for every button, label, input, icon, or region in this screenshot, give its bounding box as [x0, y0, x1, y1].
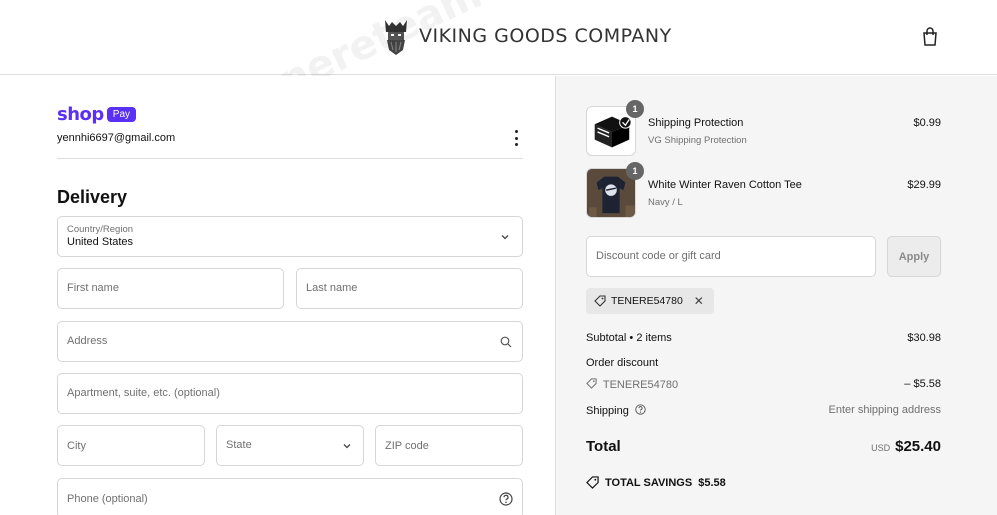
state-placeholder: State	[226, 439, 252, 451]
item-price: $29.99	[907, 179, 941, 191]
apply-discount-button[interactable]: Apply	[887, 236, 941, 277]
divider	[57, 158, 523, 159]
phone-placeholder: Phone (optional)	[67, 493, 148, 505]
country-label: Country/Region	[67, 224, 134, 235]
address-placeholder: Address	[67, 335, 108, 347]
zip-field[interactable]: ZIP code	[375, 425, 523, 466]
quantity-badge: 1	[626, 162, 644, 180]
remove-code-icon[interactable]: ✕	[694, 294, 704, 308]
state-select[interactable]: State	[216, 425, 364, 466]
item-name: Shipping Protection	[648, 117, 744, 129]
search-icon	[500, 336, 512, 348]
delivery-heading: Delivery	[57, 187, 128, 207]
apartment-field[interactable]: Apartment, suite, etc. (optional)	[57, 373, 523, 414]
first-name-placeholder: First name	[67, 282, 119, 294]
order-discount-row: Order discount	[586, 357, 941, 369]
total-amount: USD $25.40	[871, 438, 941, 455]
last-name-placeholder: Last name	[306, 282, 358, 294]
line-item: 1 Shipping Protection VG Shipping Protec…	[586, 100, 941, 156]
tag-icon	[594, 295, 606, 307]
item-name: White Winter Raven Cotton Tee	[648, 179, 802, 191]
shipping-label: Shipping	[586, 405, 629, 417]
order-discount-code: TENERE54780	[602, 379, 679, 391]
shop-pay-word: shop	[57, 104, 104, 125]
brand-name: VIKING GOODS COMPANY	[419, 25, 672, 47]
site-header: VIKING GOODS COMPANY	[0, 0, 997, 75]
order-summary-panel: 1 Shipping Protection VG Shipping Protec…	[555, 76, 997, 515]
city-placeholder: City	[67, 440, 86, 452]
total-label: Total	[586, 438, 621, 455]
first-name-field[interactable]: First name	[57, 268, 284, 309]
discount-placeholder: Discount code or gift card	[596, 250, 721, 262]
discount-code-input[interactable]: Discount code or gift card	[586, 236, 876, 277]
checkout-form-panel: shop Pay yennhi6697@gmail.com Delivery C…	[0, 76, 555, 515]
country-value: United States	[67, 236, 134, 248]
currency-code: USD	[871, 443, 891, 453]
shopping-bag-icon[interactable]	[921, 27, 939, 47]
help-circle-icon[interactable]	[499, 492, 513, 506]
shop-pay-logo[interactable]: shop Pay	[57, 104, 137, 125]
shipping-row: Shipping Enter shipping address	[586, 404, 941, 417]
savings-label: TOTAL SAVINGS	[605, 476, 693, 489]
viking-logo-icon	[385, 20, 407, 55]
applied-discount-chip: TENERE54780 ✕	[586, 288, 714, 314]
line-item: 1 White Winter Raven Cotton Tee Navy / L…	[586, 162, 941, 218]
order-discount-code-row: TENERE54780 – $5.58	[586, 378, 941, 391]
brand[interactable]: VIKING GOODS COMPANY	[381, 16, 672, 56]
help-circle-icon[interactable]	[635, 404, 646, 415]
address-field[interactable]: Address	[57, 321, 523, 362]
order-discount-label: Order discount	[586, 357, 659, 369]
product-thumbnail: 1	[586, 100, 644, 156]
last-name-field[interactable]: Last name	[296, 268, 523, 309]
savings-value: $5.58	[698, 476, 726, 489]
city-field[interactable]: City	[57, 425, 205, 466]
savings-tag-icon	[586, 476, 599, 489]
applied-code: TENERE54780	[611, 295, 683, 307]
country-select[interactable]: Country/Region United States	[57, 216, 523, 257]
chevron-down-icon	[501, 235, 509, 240]
subtotal-value: $30.98	[907, 332, 941, 344]
order-discount-value: – $5.58	[904, 378, 941, 390]
shop-pay-badge: Pay	[106, 107, 137, 122]
phone-field[interactable]: Phone (optional)	[57, 478, 523, 515]
subtotal-label: Subtotal • 2 items	[586, 332, 672, 344]
chevron-down-icon	[343, 444, 351, 449]
product-thumbnail: 1	[586, 162, 644, 218]
item-variant: Navy / L	[648, 197, 683, 208]
more-options-icon[interactable]	[510, 130, 522, 146]
item-price: $0.99	[913, 117, 941, 129]
subtotal-row: Subtotal • 2 items $30.98	[586, 332, 941, 344]
total-value: $25.40	[895, 438, 941, 455]
shipping-value: Enter shipping address	[828, 404, 941, 416]
apartment-placeholder: Apartment, suite, etc. (optional)	[67, 387, 220, 399]
total-savings: TOTAL SAVINGS $5.58	[586, 476, 726, 489]
tag-icon	[586, 378, 597, 389]
zip-placeholder: ZIP code	[385, 440, 429, 452]
quantity-badge: 1	[626, 100, 644, 118]
total-row: Total USD $25.40	[586, 438, 941, 460]
item-variant: VG Shipping Protection	[648, 135, 747, 146]
account-email: yennhi6697@gmail.com	[57, 132, 176, 144]
